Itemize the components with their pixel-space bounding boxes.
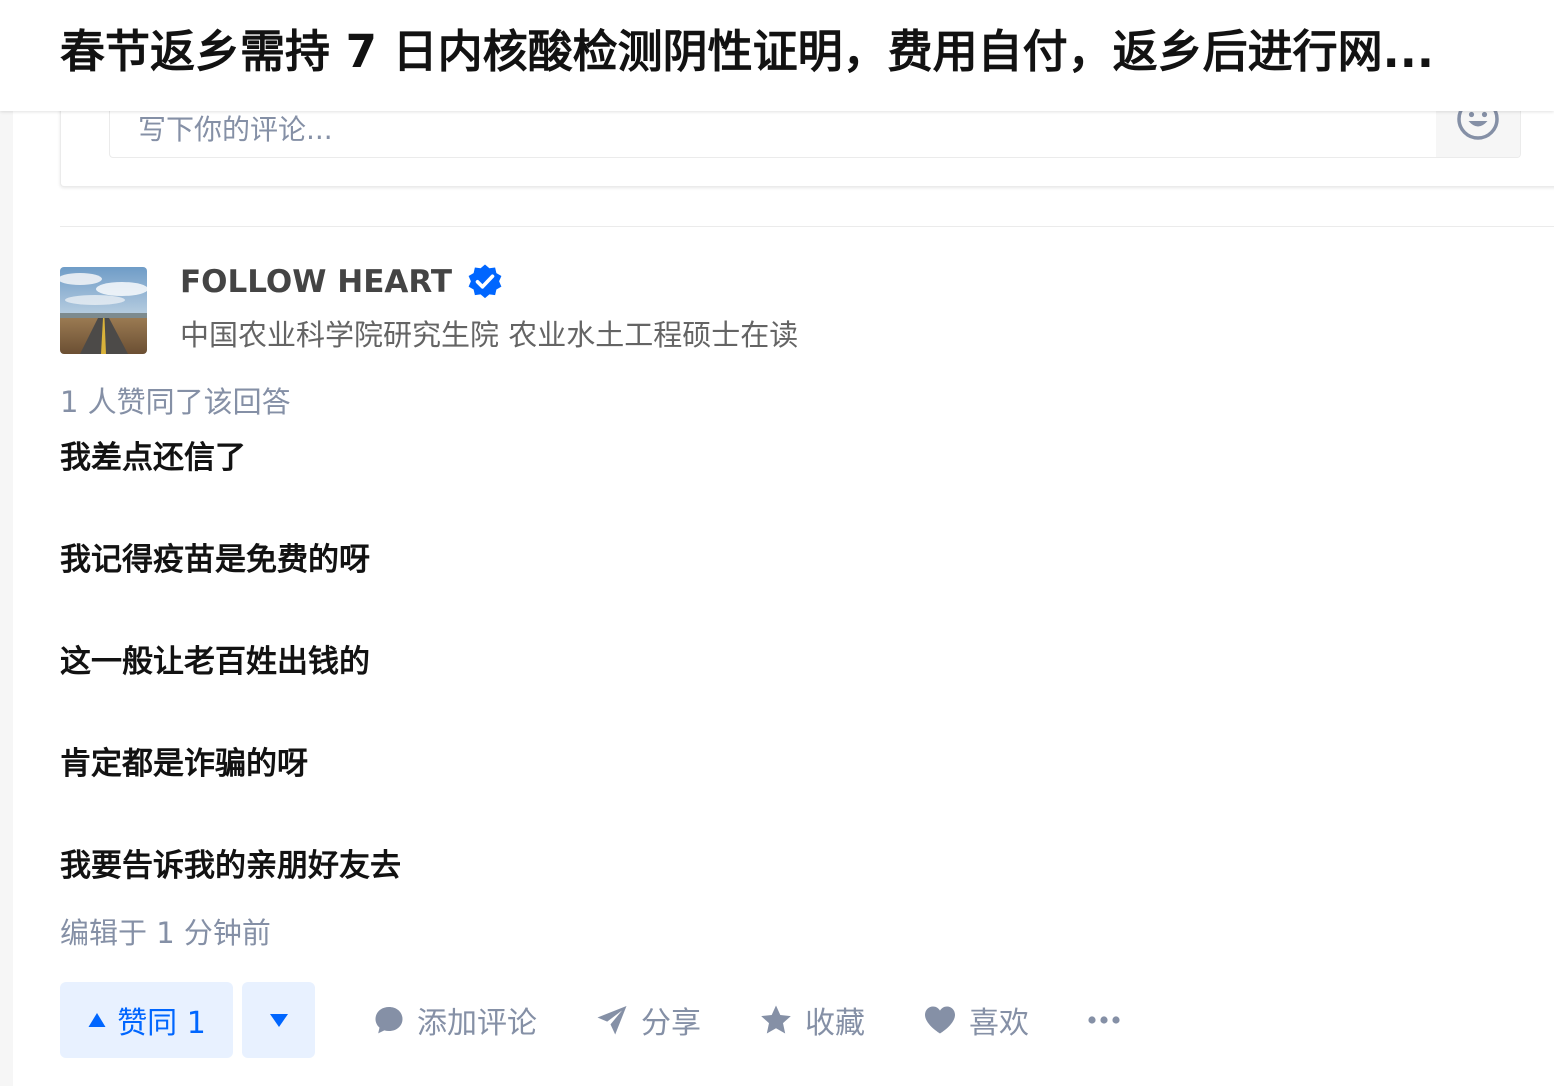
answer-paragraph: 我记得疫苗是免费的呀 <box>60 542 370 578</box>
answer-divider <box>60 226 1554 227</box>
like-button[interactable]: 喜欢 <box>923 998 1029 1042</box>
answer-content: 我差点还信了 我记得疫苗是免费的呀 这一般让老百姓出钱的 肯定都是诈骗的呀 我要… <box>60 436 401 946</box>
vote-summary[interactable]: 1 人赞同了该回答 <box>60 381 291 423</box>
left-gutter <box>0 0 13 1086</box>
comment-button[interactable]: 添加评论 <box>373 998 537 1042</box>
verified-badge-icon <box>468 264 502 299</box>
more-button[interactable] <box>1087 1015 1121 1025</box>
answer-paragraph: 肯定都是诈骗的呀 <box>60 746 308 782</box>
upvote-label: 赞同 1 <box>117 1006 206 1041</box>
avatar-image <box>60 267 147 354</box>
share-icon <box>597 1006 627 1035</box>
triangle-up-icon <box>88 1013 106 1027</box>
answer-paragraph: 这一般让老百姓出钱的 <box>60 644 370 680</box>
comment-icon <box>375 1007 403 1034</box>
triangle-down-icon <box>269 1014 288 1027</box>
downvote-button[interactable] <box>242 982 315 1058</box>
comment-label: 添加评论 <box>417 1006 537 1041</box>
author-avatar[interactable] <box>60 267 147 354</box>
star-icon <box>761 1005 791 1034</box>
question-title[interactable]: 春节返乡需持 7 日内核酸检测阴性证明，费用自付，返乡后进行网... <box>60 22 1554 82</box>
action-bar: 赞同 1 添加评论 分享 收藏 喜欢 <box>60 982 1121 1058</box>
collect-button[interactable]: 收藏 <box>759 998 865 1042</box>
heart-icon <box>925 1006 955 1034</box>
upvote-button[interactable]: 赞同 1 <box>60 982 233 1058</box>
share-label: 分享 <box>641 1006 701 1041</box>
like-label: 喜欢 <box>969 1006 1029 1041</box>
author-name-row: FOLLOW HEART <box>180 261 504 303</box>
collect-label: 收藏 <box>805 1006 865 1041</box>
edit-time[interactable]: 编辑于 1 分钟前 <box>60 912 271 954</box>
question-title-bar: 春节返乡需持 7 日内核酸检测阴性证明，费用自付，返乡后进行网... <box>0 0 1554 111</box>
author-bio: 中国农业科学院研究生院 农业水土工程硕士在读 <box>180 318 799 352</box>
more-dots-icon <box>1088 1016 1120 1024</box>
answer-paragraph: 我差点还信了 <box>60 440 246 476</box>
share-button[interactable]: 分享 <box>595 998 701 1042</box>
author-name[interactable]: FOLLOW HEART <box>180 264 452 300</box>
